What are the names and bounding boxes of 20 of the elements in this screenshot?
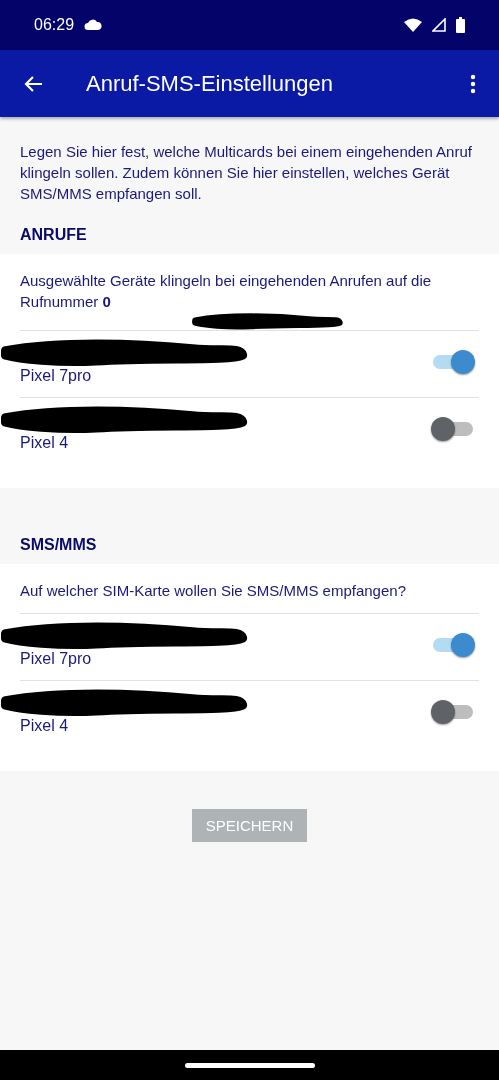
toggle-switch[interactable] xyxy=(431,632,475,658)
wifi-icon xyxy=(404,18,422,32)
device-name: Pixel 4 xyxy=(20,434,70,452)
battery-icon xyxy=(456,17,465,33)
section-description: Auf welcher SIM-Karte wollen Sie SMS/MMS empfangen? xyxy=(20,581,407,601)
screen-title: Anruf-SMS-Einstellungen xyxy=(86,70,334,97)
home-indicator[interactable] xyxy=(184,1062,315,1068)
section-description: Ausgewählte Geräte klingeln bei eingehenden Anrufen auf die Rufnummer 0 xyxy=(20,271,433,312)
cloud-icon xyxy=(84,19,103,31)
section-heading: SMS/MMS xyxy=(19,535,98,555)
section-heading: ANRUFE xyxy=(19,225,88,245)
device-name: Pixel 7pro xyxy=(20,367,93,385)
signal-icon xyxy=(432,18,446,32)
toggle-switch[interactable] xyxy=(431,699,475,725)
toggle-switch[interactable] xyxy=(431,416,475,442)
device-name: Pixel 4 xyxy=(20,717,70,735)
toggle-switch[interactable] xyxy=(431,349,475,375)
device-name: Pixel 7pro xyxy=(20,650,93,668)
intro-text: Legen Sie hier fest, welche Multicards bei einem eingehenden Anruf klingeln sollen. Zudem können Sie hier einstellen, welches Gerät SMS/MMS empfangen soll. xyxy=(19,142,473,204)
status-time: 06:29 xyxy=(34,16,75,34)
